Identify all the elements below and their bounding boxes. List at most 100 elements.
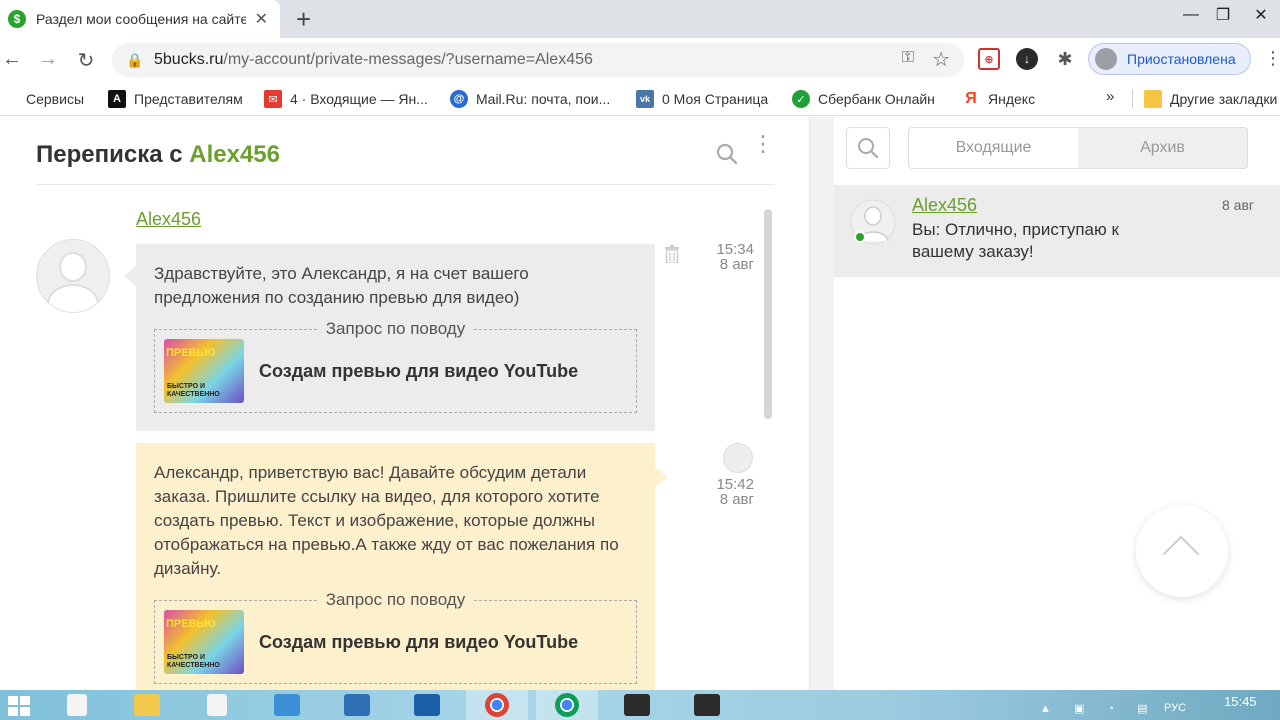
bookmark-label: Другие закладки (1170, 91, 1278, 107)
url-domain: 5bucks.ru (154, 51, 224, 68)
more-options-icon[interactable]: ⋮ (752, 133, 774, 155)
lock-icon[interactable]: 🔒 (126, 52, 146, 69)
taskbar-terminal-icon[interactable] (606, 690, 668, 720)
mailru-at-icon: @ (450, 90, 468, 108)
request-card[interactable]: Запрос по поводу ПРЕВЬЮ БЫСТРО И КАЧЕСТВ… (154, 588, 637, 684)
back-button[interactable]: ← (0, 48, 24, 71)
avatar (36, 239, 110, 313)
system-clock[interactable]: 15:45 (1224, 694, 1257, 709)
message-date: 8 авг (719, 256, 754, 273)
message-author-link[interactable]: Alex456 (136, 209, 201, 230)
bookmark-star-icon[interactable]: ☆ (932, 47, 950, 72)
delete-trash-icon[interactable] (664, 245, 680, 263)
new-tab-button[interactable]: + (296, 4, 311, 35)
message-timestamp: 15:34 8 авг (694, 242, 754, 272)
extension-download-icon[interactable]: ↓ (1016, 48, 1038, 70)
keyboard-language[interactable]: РУС (1164, 702, 1186, 714)
tab-title: Раздел мои сообщения на сайте (36, 11, 246, 27)
apps-icon (2, 91, 18, 107)
message-date: 8 авг (719, 491, 754, 508)
message-time: 15:42 (716, 476, 754, 493)
search-icon (858, 138, 879, 159)
bookmark-label: 4 · Входящие — Ян... (290, 91, 428, 107)
bookmark-yandex-mail[interactable]: ✉ 4 · Входящие — Ян... (264, 82, 428, 116)
bookmark-yandex[interactable]: Я Яндекс (962, 82, 1035, 116)
taskbar-explorer-icon[interactable] (116, 690, 178, 720)
bookmark-label: 0 Моя Страница (662, 91, 769, 107)
message-timestamp: 15:42 8 авг (694, 477, 754, 507)
vk-logo-icon: vk (636, 90, 654, 108)
taskbar-terminal-icon[interactable] (676, 690, 738, 720)
taskbar-media-icon[interactable] (256, 690, 318, 720)
bookmark-representatives[interactable]: A Представителям (108, 82, 243, 116)
bookmark-label: Представителям (134, 91, 243, 107)
taskbar-document-icon[interactable] (186, 690, 248, 720)
address-toolbar: ← → ↻ 🔒 5bucks.ru/my-account/private-mes… (0, 38, 1280, 82)
conversation-list-item[interactable]: Alex456 8 авг Вы: Отлично, приступаю к в… (834, 185, 1280, 277)
messages-scrollbar[interactable] (764, 209, 772, 419)
online-status-dot (854, 231, 866, 243)
reload-button[interactable]: ↻ (74, 48, 98, 73)
bookmark-mailru[interactable]: @ Mail.Ru: почта, пои... (450, 82, 610, 116)
tab-inbox[interactable]: Входящие (909, 128, 1078, 168)
extensions-puzzle-icon[interactable]: ✱ (1054, 48, 1076, 70)
incoming-message-bubble: Здравствуйте, это Александр, я на счет в… (124, 244, 655, 431)
tab-archive[interactable]: Архив (1078, 128, 1247, 168)
browser-menu-icon[interactable]: ⋮ (1264, 48, 1280, 69)
title-username: Alex456 (189, 141, 280, 168)
taskbar-file-icon[interactable] (46, 690, 108, 720)
conversation-username[interactable]: Alex456 (912, 195, 977, 216)
folder-icon (1144, 90, 1162, 108)
browser-tab[interactable]: $ Раздел мои сообщения на сайте ✕ (0, 0, 280, 38)
chevron-up-icon (1162, 535, 1200, 573)
thumb-bottom-text: БЫСТРО И КАЧЕСТВЕННО (167, 654, 220, 669)
bookmark-vk[interactable]: vk 0 Моя Страница (636, 82, 768, 116)
taskbar-chrome-icon[interactable] (536, 690, 598, 720)
tray-icons[interactable]: ▲ ▣ ◔ ▤ (1040, 702, 1158, 715)
scroll-to-top-button[interactable] (1136, 505, 1228, 597)
page-content: Переписка с Alex456 ⋮ Alex456 Здравствуй… (0, 117, 1280, 690)
request-legend: Запрос по поводу (317, 317, 474, 341)
conversations-sidebar: Входящие Архив Alex456 8 авг Вы: Отлично… (810, 117, 1280, 690)
bookmark-services[interactable]: Сервисы (2, 82, 84, 116)
service-thumbnail[interactable]: ПРЕВЬЮ БЫСТРО И КАЧЕСТВЕННО (164, 339, 244, 403)
profile-button[interactable]: Приостановлена (1088, 43, 1251, 75)
url-text: 5bucks.ru/my-account/private-messages/?u… (154, 51, 593, 69)
thumb-top-text: ПРЕВЬЮ (166, 347, 216, 359)
forward-button[interactable]: → (36, 48, 60, 71)
conversation-search-button[interactable] (846, 127, 890, 169)
conversation-date: 8 авг (1221, 197, 1254, 213)
yandex-logo-icon: Я (965, 90, 977, 107)
conversation-header: Переписка с Alex456 ⋮ (36, 117, 774, 185)
request-service-title[interactable]: Создам превью для видео YouTube (259, 630, 578, 654)
bookmark-label: Яндекс (988, 91, 1036, 107)
bookmark-label: Сбербанк Онлайн (818, 91, 935, 107)
password-key-icon[interactable]: ⚿ (902, 49, 914, 67)
service-thumbnail[interactable]: ПРЕВЬЮ БЫСТРО И КАЧЕСТВЕННО (164, 610, 244, 674)
taskbar-lenovo-icon[interactable] (396, 690, 458, 720)
my-avatar (723, 443, 753, 473)
request-service-title[interactable]: Создам превью для видео YouTube (259, 359, 578, 383)
page-title: Переписка с Alex456 (36, 141, 280, 169)
start-button[interactable] (8, 696, 30, 716)
taskbar-chrome-icon[interactable] (466, 690, 528, 720)
bookmark-other[interactable]: Другие закладки (1144, 82, 1277, 116)
message-time: 15:34 (716, 241, 754, 258)
url-path: /my-account/private-messages/?username=A… (223, 51, 593, 68)
bookmarks-separator (1132, 90, 1133, 108)
bookmarks-bar: Сервисы A Представителям ✉ 4 · Входящие … (0, 82, 1280, 116)
close-tab-icon[interactable]: ✕ (255, 9, 268, 29)
extension-pocket-icon[interactable]: ⊕ (978, 48, 1000, 70)
a-logo-icon: A (108, 90, 126, 108)
bookmark-label: Mail.Ru: почта, пои... (476, 91, 611, 107)
address-bar[interactable]: 🔒 5bucks.ru/my-account/private-messages/… (112, 43, 964, 77)
profile-status-label: Приостановлена (1127, 51, 1236, 67)
search-icon[interactable] (716, 143, 738, 165)
close-window-button[interactable]: ✕ (1238, 0, 1280, 30)
taskbar-mail-icon[interactable] (326, 690, 388, 720)
conversation-preview: Вы: Отлично, приступаю к вашему заказу! (912, 220, 1119, 261)
bookmarks-overflow-icon[interactable]: » (1106, 88, 1114, 105)
site-favicon-icon: $ (8, 10, 26, 28)
bookmark-sberbank[interactable]: ✓ Сбербанк Онлайн (792, 82, 935, 116)
request-card[interactable]: Запрос по поводу ПРЕВЬЮ БЫСТРО И КАЧЕСТВ… (154, 317, 637, 413)
